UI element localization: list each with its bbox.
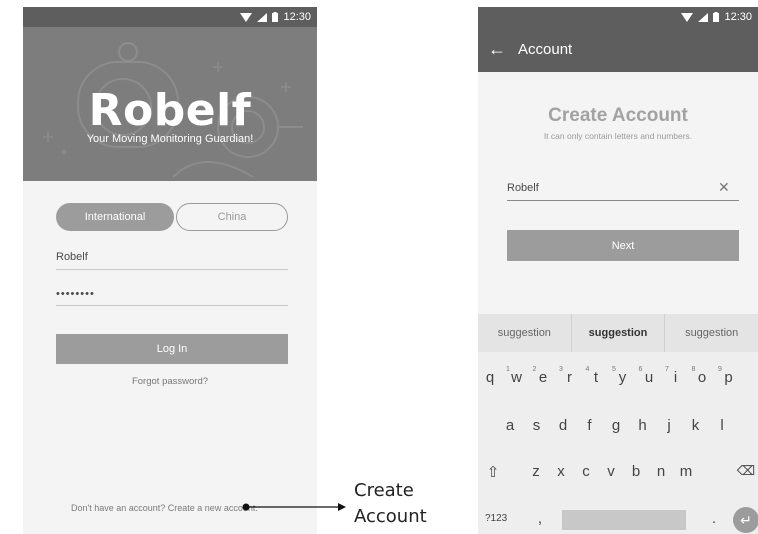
key-number-hint: 9 bbox=[718, 366, 722, 373]
battery-icon bbox=[713, 12, 720, 22]
back-arrow-icon[interactable]: ← bbox=[488, 39, 506, 60]
page-subtitle: It can only contain letters and numbers. bbox=[543, 131, 693, 141]
symbols-key[interactable]: ?123 bbox=[485, 513, 507, 524]
key-number-hint: 4 bbox=[585, 366, 590, 373]
backspace-icon[interactable]: ⌫ bbox=[734, 463, 758, 479]
suggestion-bar: suggestion suggestion suggestion bbox=[478, 314, 758, 352]
status-bar: 12:30 bbox=[478, 7, 758, 27]
key-d[interactable]: d bbox=[553, 417, 573, 434]
app-bar: ← Account bbox=[478, 27, 758, 72]
key-a[interactable]: a bbox=[500, 417, 520, 434]
key-n[interactable]: n bbox=[651, 463, 671, 480]
key-s[interactable]: s bbox=[527, 417, 547, 434]
create-account-screen: 12:30 ← Account Create Account It can on… bbox=[478, 7, 758, 534]
key-m[interactable]: m bbox=[676, 463, 696, 480]
annotation-label: Create Account bbox=[354, 478, 427, 530]
key-j[interactable]: j bbox=[659, 417, 679, 434]
key-number-hint: 5 bbox=[612, 366, 616, 373]
next-button[interactable]: Next bbox=[507, 230, 739, 261]
space-bar[interactable] bbox=[562, 510, 686, 530]
key-v[interactable]: v bbox=[601, 463, 621, 480]
status-time: 12:30 bbox=[724, 11, 752, 23]
key-z[interactable]: z bbox=[526, 463, 546, 480]
signal-icon bbox=[698, 12, 709, 22]
shift-key-icon[interactable]: ⇧ bbox=[483, 463, 503, 481]
annotation-line2: Account bbox=[354, 506, 427, 527]
key-number-hint: 7 bbox=[665, 366, 669, 373]
key-q[interactable]: q bbox=[480, 369, 500, 386]
key-number-hint: 8 bbox=[691, 366, 696, 373]
account-name-input[interactable]: Robelf bbox=[507, 182, 539, 194]
comma-key[interactable]: , bbox=[530, 510, 550, 527]
suggestion-item[interactable]: suggestion bbox=[665, 314, 758, 352]
key-number-hint: 6 bbox=[638, 366, 643, 373]
key-x[interactable]: x bbox=[551, 463, 571, 480]
wifi-icon bbox=[681, 12, 694, 22]
key-c[interactable]: c bbox=[576, 463, 596, 480]
key-k[interactable]: k bbox=[686, 417, 706, 434]
key-number-hint: 1 bbox=[506, 366, 510, 373]
key-number-hint: 3 bbox=[559, 366, 563, 373]
key-g[interactable]: g bbox=[606, 417, 626, 434]
enter-icon[interactable]: ↵ bbox=[733, 507, 758, 533]
suggestion-item[interactable]: suggestion bbox=[478, 314, 571, 352]
clear-icon[interactable]: ✕ bbox=[718, 179, 730, 196]
key-f[interactable]: f bbox=[580, 417, 600, 434]
key-h[interactable]: h bbox=[633, 417, 653, 434]
key-l[interactable]: l bbox=[712, 417, 732, 434]
page-title: Create Account bbox=[548, 105, 688, 126]
keyboard: suggestion suggestion suggestion qwertyu… bbox=[478, 314, 758, 534]
key-b[interactable]: b bbox=[626, 463, 646, 480]
key-number-hint: 2 bbox=[532, 366, 537, 373]
arrow-head bbox=[338, 503, 346, 511]
period-key[interactable]: . bbox=[704, 510, 724, 527]
app-bar-title: Account bbox=[518, 41, 573, 58]
suggestion-item[interactable]: suggestion bbox=[570, 314, 666, 352]
input-underline bbox=[507, 200, 739, 201]
annotation-line1: Create bbox=[354, 480, 414, 501]
